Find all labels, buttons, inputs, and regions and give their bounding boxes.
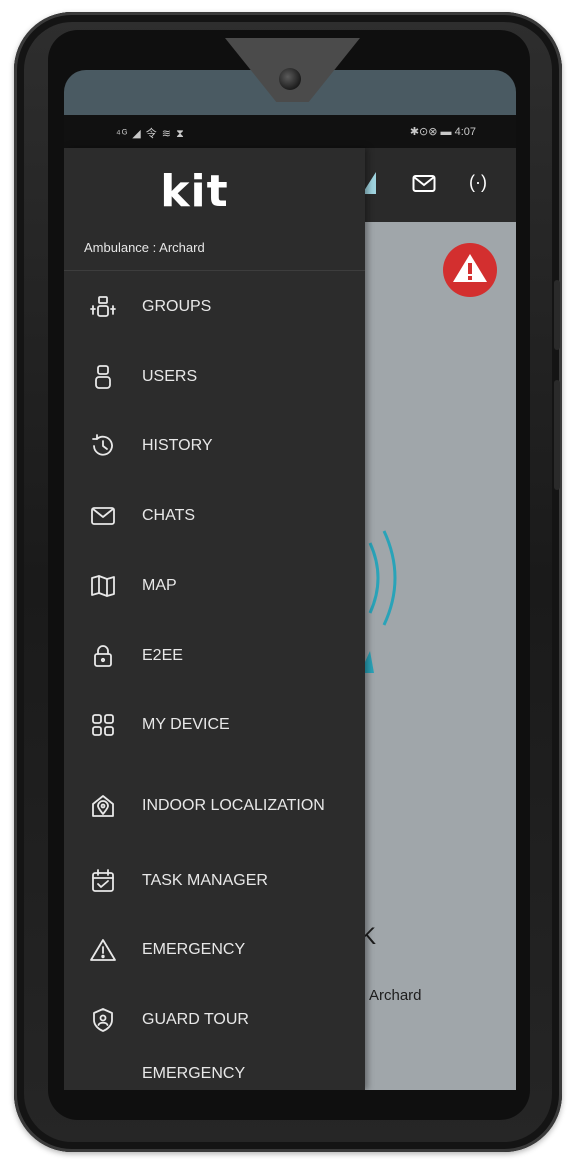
menu-item-label: MY DEVICE (142, 716, 230, 733)
mail-icon (88, 501, 118, 531)
menu-item-emergency[interactable]: EMERGENCY (64, 922, 365, 978)
emergency-icon (88, 1073, 118, 1090)
broadcast-icon[interactable]: (·) (469, 172, 487, 193)
status-bar-right: ✱⊙⊗ ▬ 4:07 (409, 126, 476, 138)
menu-item-label: EMERGENCY (142, 1065, 246, 1082)
status-bar: ⁴ᴳ ◢ 令 ≋ ⧗ ✱⊙⊗ ▬ 4:07 (64, 115, 516, 148)
phone-side-button (554, 280, 560, 350)
drawer-subtitle: Ambulance : Archard (84, 240, 205, 255)
screen: ⁴ᴳ ◢ 令 ≋ ⧗ ✱⊙⊗ ▬ 4:07 (·) K Archard kit … (64, 115, 516, 1090)
menu-item-label: E2EE (142, 647, 183, 664)
user-icon (88, 362, 118, 392)
menu-item-task-manager[interactable]: TASK MANAGER (64, 853, 365, 909)
navigation-drawer: kit Ambulance : Archard GROUPS USERS HIS… (64, 148, 365, 1090)
menu-item-history[interactable]: HISTORY (64, 418, 365, 474)
mail-icon[interactable] (412, 174, 436, 194)
history-icon (88, 431, 118, 461)
menu-item-label: EMERGENCY (142, 941, 246, 958)
alert-icon[interactable] (442, 242, 498, 298)
brand-logo: kit (160, 166, 229, 217)
menu-item-emergency-2[interactable]: EMERGENCY (64, 1060, 365, 1090)
shield-user-icon (88, 1005, 118, 1035)
lock-icon (88, 641, 118, 671)
menu-item-chats[interactable]: CHATS (64, 488, 365, 544)
phone-side-button-lower (554, 380, 560, 490)
menu-item-label: USERS (142, 368, 198, 385)
status-bar-left: ⁴ᴳ ◢ 令 ≋ ⧗ (116, 128, 185, 140)
menu-item-label: GUARD TOUR (142, 1011, 249, 1028)
indoor-location-icon (88, 791, 118, 821)
menu-item-label: CHATS (142, 507, 196, 524)
menu-item-indoor-localization[interactable]: INDOOR LOCALIZATION (64, 773, 365, 839)
map-icon (88, 571, 118, 601)
menu-item-users[interactable]: USERS (64, 349, 365, 405)
menu-item-groups[interactable]: GROUPS (64, 279, 365, 335)
grid-icon (88, 710, 118, 740)
menu-item-map[interactable]: MAP (64, 558, 365, 614)
menu-item-label: INDOOR LOCALIZATION (142, 797, 325, 814)
warning-icon (88, 935, 118, 965)
calendar-check-icon (88, 866, 118, 896)
content-partial-name: Archard (369, 987, 422, 1004)
menu-item-label: HISTORY (142, 437, 213, 454)
front-camera (279, 68, 301, 90)
menu-item-label: MAP (142, 577, 177, 594)
drawer-divider (64, 270, 365, 271)
menu-item-e2ee[interactable]: E2EE (64, 628, 365, 684)
menu-item-guard-tour[interactable]: GUARD TOUR (64, 992, 365, 1048)
menu-item-label: TASK MANAGER (142, 872, 268, 889)
menu-item-label: GROUPS (142, 298, 212, 315)
groups-icon (88, 292, 118, 322)
menu-item-my-device[interactable]: MY DEVICE (64, 697, 365, 753)
